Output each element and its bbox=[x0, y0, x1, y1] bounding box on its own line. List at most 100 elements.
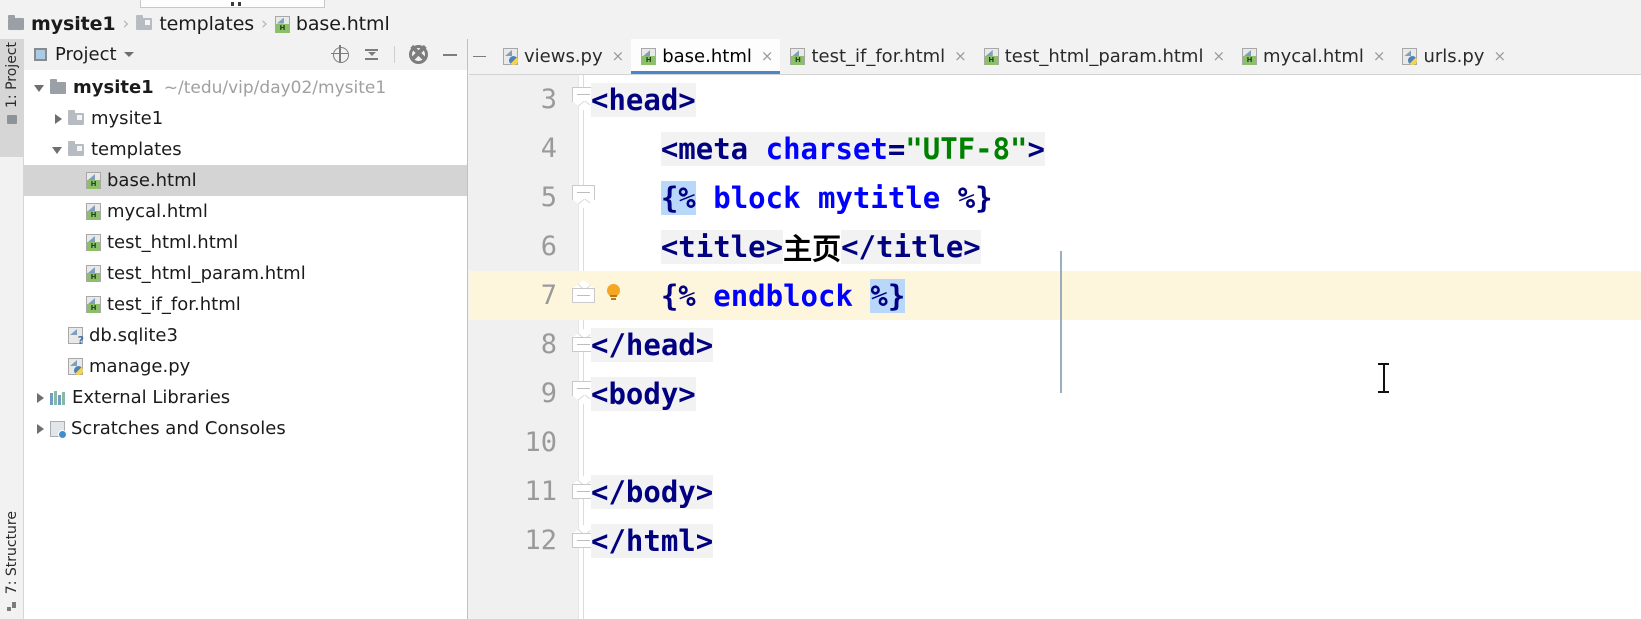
breadcrumb-item-templates[interactable]: templates bbox=[136, 13, 254, 35]
line-number: 4 bbox=[540, 133, 557, 164]
twisty-collapsed-icon[interactable] bbox=[32, 390, 48, 406]
code-line[interactable]: 7 {% endblock %} bbox=[469, 271, 1641, 320]
project-panel-header: Project bbox=[24, 39, 467, 70]
tree-item-scratches-and-consoles[interactable]: Scratches and Consoles bbox=[24, 413, 467, 444]
project-panel-toolbar bbox=[331, 44, 461, 64]
close-icon[interactable]: × bbox=[761, 49, 774, 64]
line-number: 7 bbox=[540, 280, 557, 311]
sqlite-file-icon bbox=[68, 327, 84, 346]
code-line[interactable]: 3 <head> bbox=[469, 75, 1641, 124]
code-token: %} bbox=[940, 180, 993, 215]
code-line[interactable]: 8 </head> bbox=[469, 320, 1641, 369]
editor-tab-test-html-param-html[interactable]: test_html_param.html × bbox=[974, 39, 1232, 74]
editor-tab-urls-py[interactable]: urls.py × bbox=[1392, 39, 1513, 74]
code-line[interactable]: 9 <body> bbox=[469, 369, 1641, 418]
tree-item-test-html-html[interactable]: test_html.html bbox=[24, 227, 467, 258]
close-icon[interactable]: × bbox=[1212, 49, 1225, 64]
chevron-down-icon[interactable] bbox=[123, 52, 134, 57]
project-folder-icon bbox=[7, 114, 17, 124]
left-toolwindow-strip: 1: Project 7: Structure bbox=[0, 39, 24, 619]
code-line[interactable]: 10 bbox=[469, 418, 1641, 467]
code-line-text: </head> bbox=[591, 320, 714, 369]
close-icon[interactable]: × bbox=[954, 49, 967, 64]
code-line[interactable]: 4 <meta charset = "UTF-8" > bbox=[469, 124, 1641, 173]
toolwindow-tab-project[interactable]: 1: Project bbox=[0, 39, 24, 157]
tree-item-db-sqlite3[interactable]: db.sqlite3 bbox=[24, 320, 467, 351]
toolwindow-tab-label: 1: Project bbox=[4, 42, 20, 108]
close-icon[interactable]: × bbox=[612, 49, 625, 64]
tree-item-test-if-for-html[interactable]: test_if_for.html bbox=[24, 289, 467, 320]
toolwindow-tab-structure[interactable]: 7: Structure bbox=[0, 479, 24, 619]
code-token: mytitle bbox=[818, 180, 941, 215]
collapse-all-icon[interactable] bbox=[363, 46, 380, 63]
twisty-collapsed-icon[interactable] bbox=[50, 111, 66, 127]
tree-item-label: External Libraries bbox=[72, 387, 231, 408]
editor-tab-base-html[interactable]: base.html × bbox=[631, 39, 781, 74]
editor-tab-views-py[interactable]: views.py × bbox=[493, 39, 631, 74]
html-file-icon bbox=[86, 265, 101, 282]
line-number: 10 bbox=[524, 427, 557, 458]
tree-item-external-libraries[interactable]: External Libraries bbox=[24, 382, 467, 413]
breadcrumb-label: mysite1 bbox=[31, 13, 116, 35]
tabbar-hide-button[interactable] bbox=[469, 39, 493, 74]
breadcrumb-separator-icon: › bbox=[122, 14, 130, 34]
html-file-icon bbox=[86, 203, 101, 220]
code-line-text: <title> 主页 </title> bbox=[591, 222, 981, 271]
twisty-expanded-icon[interactable] bbox=[32, 80, 48, 96]
project-panel-title: Project bbox=[55, 44, 117, 65]
code-token: </head> bbox=[591, 327, 714, 362]
code-token: <body> bbox=[591, 376, 696, 411]
code-token: {% bbox=[660, 278, 696, 313]
code-token: <head> bbox=[591, 82, 696, 117]
code-token: <title> bbox=[660, 229, 784, 264]
breadcrumb-item-file[interactable]: base.html bbox=[274, 13, 390, 35]
minus-icon bbox=[473, 55, 486, 58]
breadcrumb-separator-icon: › bbox=[261, 14, 268, 34]
tree-item-mycal-html[interactable]: mycal.html bbox=[24, 196, 467, 227]
breadcrumb-item-project[interactable]: mysite1 bbox=[8, 13, 116, 35]
editor-tab-label: mycal.html bbox=[1263, 46, 1364, 67]
close-icon[interactable]: × bbox=[1493, 49, 1506, 64]
editor-tab-mycal-html[interactable]: mycal.html × bbox=[1232, 39, 1392, 74]
editor-tab-test-if-for-html[interactable]: test_if_for.html × bbox=[780, 39, 973, 74]
project-tool-window: Project mysite1 ~/tedu/vip/day02/mysite1 m… bbox=[24, 39, 468, 619]
tree-item-base-html[interactable]: base.html bbox=[24, 165, 467, 196]
line-number: 12 bbox=[524, 525, 557, 556]
code-line[interactable]: 5 {% block mytitle %} bbox=[469, 173, 1641, 222]
editor-tab-label: base.html bbox=[662, 46, 752, 67]
code-line-text: </html> bbox=[591, 516, 714, 565]
html-file-icon bbox=[641, 48, 657, 65]
tree-item-test-html-param-html[interactable]: test_html_param.html bbox=[24, 258, 467, 289]
tree-item-manage-py[interactable]: manage.py bbox=[24, 351, 467, 382]
tree-item-templates[interactable]: templates bbox=[24, 134, 467, 165]
code-line[interactable]: 12 </html> bbox=[469, 516, 1641, 565]
close-icon[interactable]: × bbox=[1373, 49, 1386, 64]
hide-icon[interactable] bbox=[442, 46, 459, 63]
tree-item-mysite1[interactable]: mysite1 ~/tedu/vip/day02/mysite1 bbox=[24, 72, 467, 103]
code-line[interactable]: 6 <title> 主页 </title> bbox=[469, 222, 1641, 271]
structure-icon bbox=[7, 601, 17, 611]
html-file-icon bbox=[790, 48, 806, 65]
locate-icon[interactable] bbox=[331, 44, 349, 63]
code-editor[interactable]: 3 <head> 4 <meta charset = "UTF-8" >5 {% bloc… bbox=[469, 75, 1641, 619]
twisty-collapsed-icon[interactable] bbox=[32, 421, 48, 437]
line-number: 9 bbox=[540, 378, 557, 409]
scratches-icon bbox=[50, 420, 67, 439]
folder-icon bbox=[68, 140, 84, 156]
editor-tab-label: urls.py bbox=[1423, 46, 1485, 67]
tree-item-path: ~/tedu/vip/day02/mysite1 bbox=[163, 77, 387, 98]
twisty-expanded-icon[interactable] bbox=[50, 142, 66, 158]
tree-item-label: test_if_for.html bbox=[107, 294, 241, 315]
html-file-icon bbox=[983, 48, 999, 65]
tree-item-mysite1[interactable]: mysite1 bbox=[24, 103, 467, 134]
code-line[interactable]: 11 </body> bbox=[469, 467, 1641, 516]
editor-tab-label: test_if_for.html bbox=[811, 46, 946, 67]
gear-icon[interactable] bbox=[409, 44, 428, 64]
